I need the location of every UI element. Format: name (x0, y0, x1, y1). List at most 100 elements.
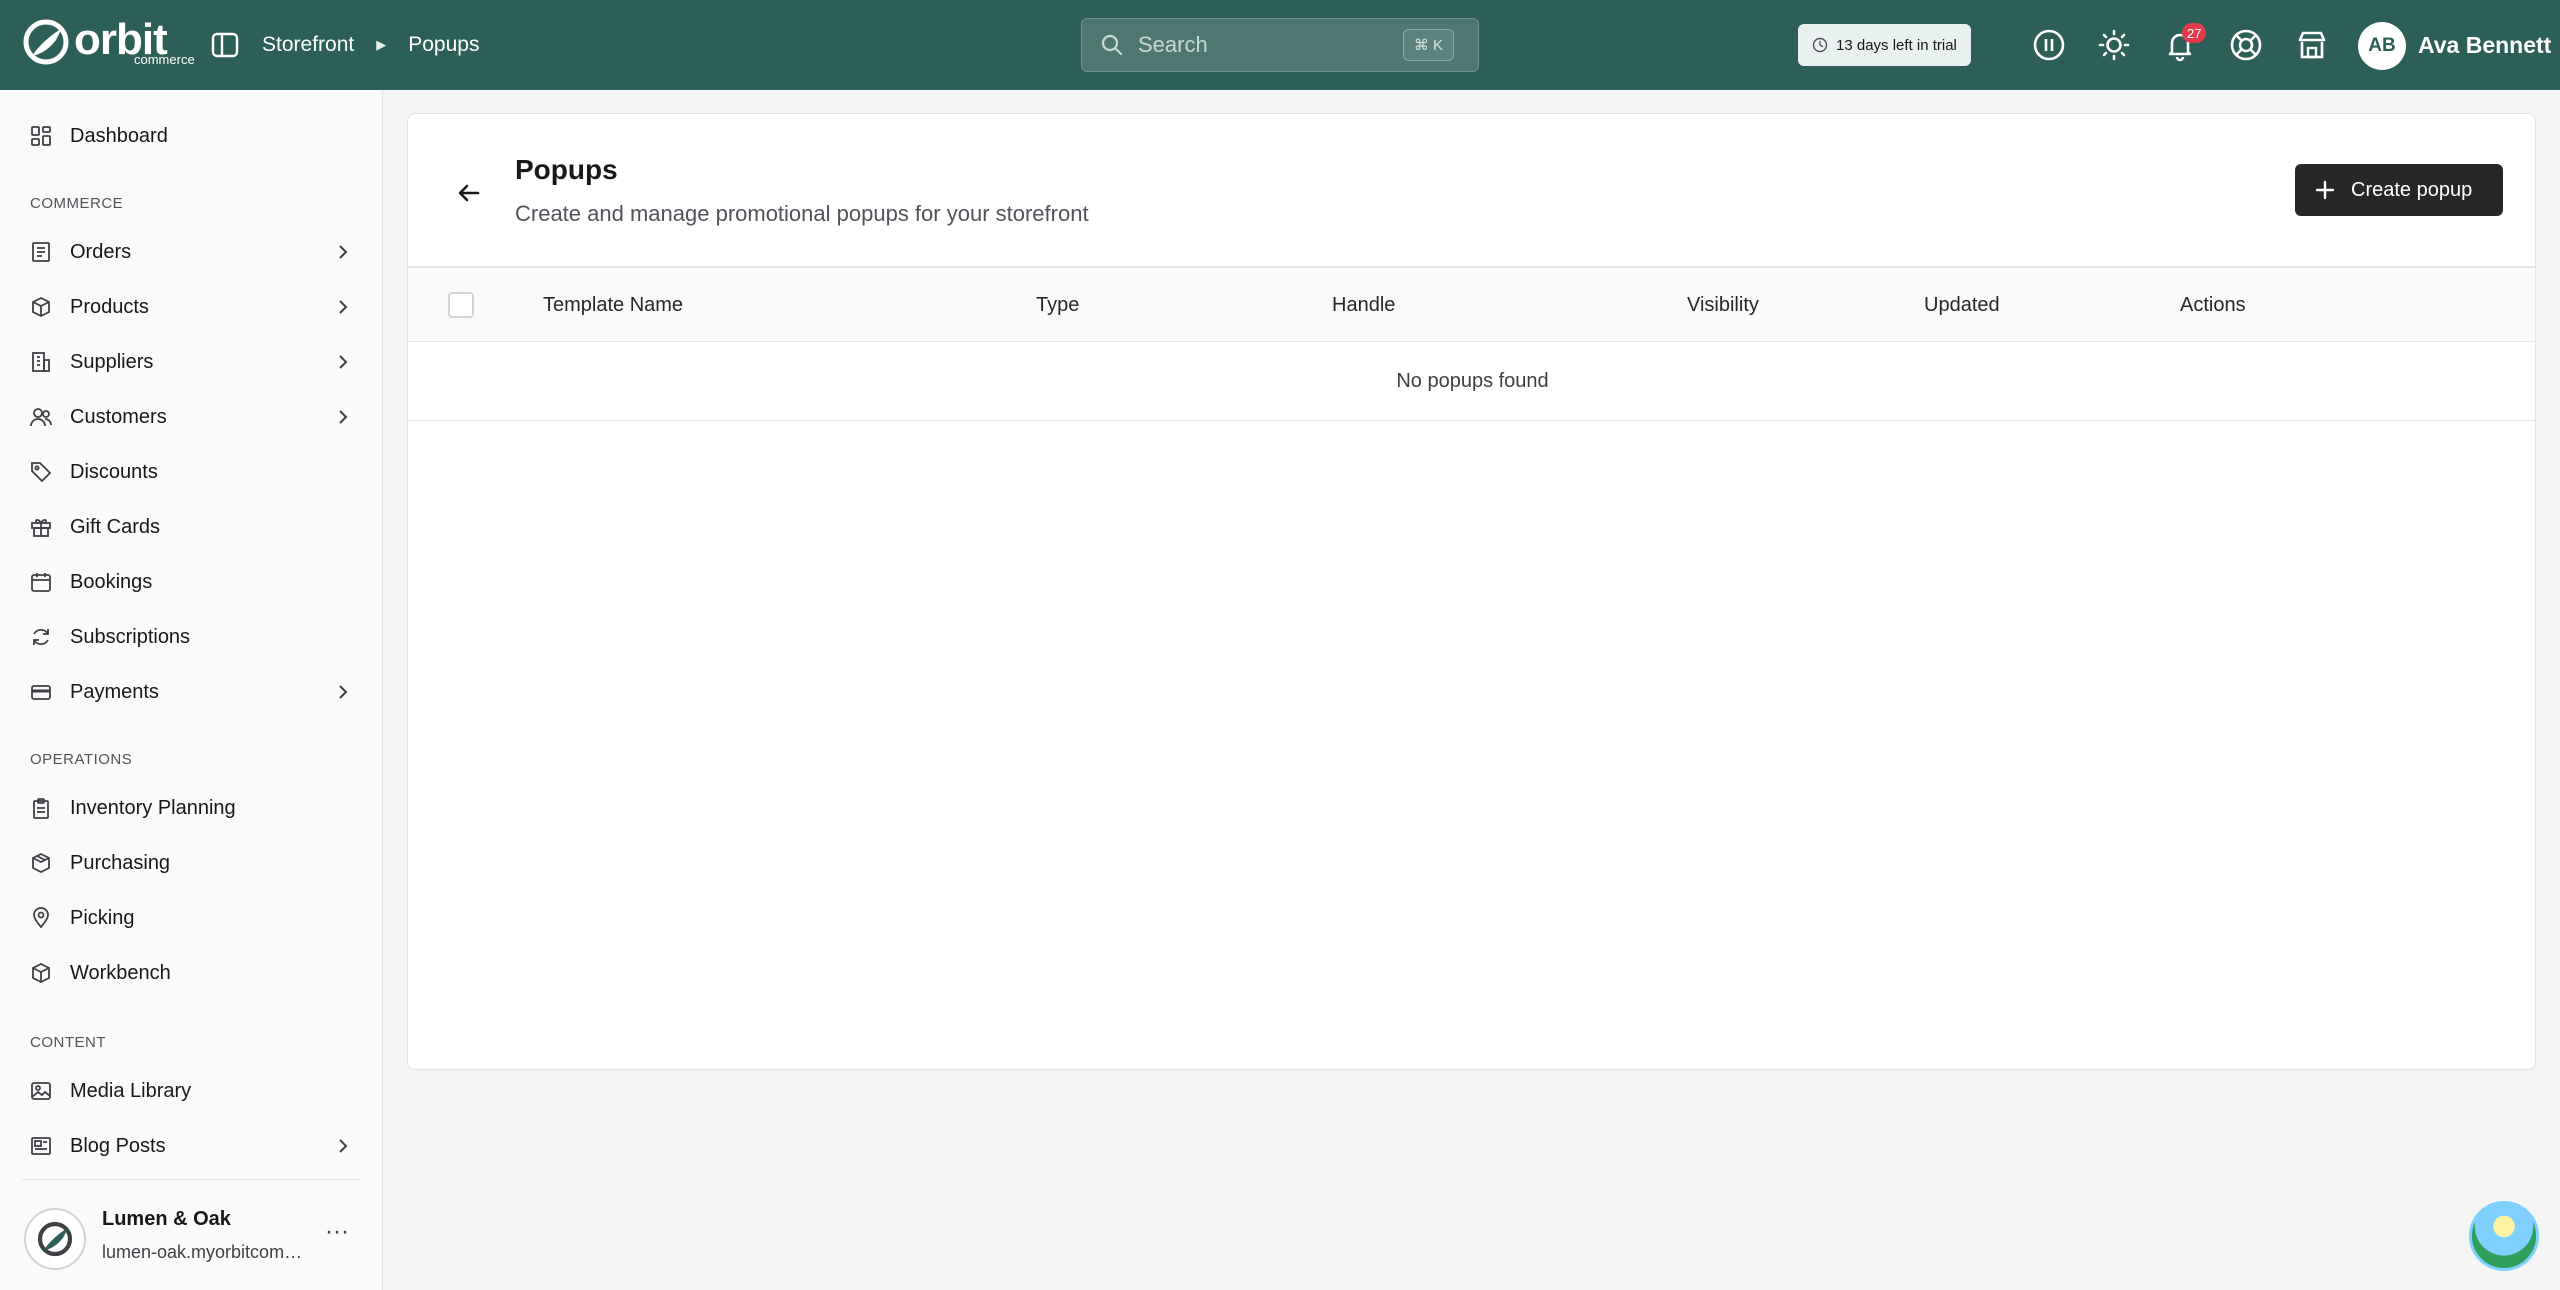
column-type[interactable]: Type (1036, 268, 1079, 342)
more-options-icon[interactable]: ··· (322, 1220, 352, 1250)
chevron-right-icon (339, 355, 348, 369)
empty-state: No popups found (408, 342, 2535, 421)
trial-badge[interactable]: 13 days left in trial (1798, 24, 1971, 66)
box-icon (28, 294, 54, 320)
chevron-right-icon (339, 245, 348, 259)
sidebar-item-label: Orders (70, 240, 132, 263)
clock-icon (1812, 37, 1828, 53)
users-icon (28, 404, 54, 430)
chevron-right-icon (339, 300, 348, 314)
chevron-right-icon (339, 1139, 348, 1153)
sidebar-item-inventory-planning[interactable]: Inventory Planning (0, 782, 383, 834)
sidebar-item-gift-cards[interactable]: Gift Cards (0, 501, 383, 553)
column-actions: Actions (2180, 293, 2246, 316)
create-popup-label: Create popup (2351, 178, 2473, 201)
search-placeholder: Search (1138, 32, 1208, 57)
breadcrumb-storefront[interactable]: Storefront (262, 33, 354, 57)
package-icon (28, 850, 54, 876)
sidebar-item-customers[interactable]: Customers (0, 391, 383, 443)
page-title: Popups (515, 154, 618, 185)
store-logo-icon (24, 1208, 86, 1270)
sidebar-item-label: Purchasing (70, 851, 171, 874)
sidebar: Dashboard COMMERCE Orders Products Suppl… (0, 90, 383, 1290)
breadcrumb: Storefront ▶ Popups (262, 0, 479, 90)
sidebar-item-dashboard[interactable]: Dashboard (0, 110, 383, 162)
plus-icon (2315, 180, 2335, 200)
page-subtitle: Create and manage promotional popups for… (515, 201, 1089, 226)
breadcrumb-separator-icon: ▶ (376, 37, 387, 52)
back-arrow-icon[interactable] (452, 176, 486, 210)
trial-text: 13 days left in trial (1836, 36, 1957, 54)
user-name[interactable]: Ava Bennett (2418, 0, 2551, 90)
sidebar-item-label: Picking (70, 906, 135, 929)
store-icon[interactable] (2292, 25, 2332, 65)
notification-badge: 27 (2182, 23, 2207, 43)
table-header: Template Name Type Handle Visibility Upd… (408, 266, 2535, 342)
gift-icon (28, 514, 54, 540)
orbit-logo-icon (23, 19, 69, 65)
chevron-right-icon (339, 685, 348, 699)
assistant-launcher-icon[interactable] (2469, 1201, 2539, 1271)
feedback-icon[interactable] (2029, 25, 2069, 65)
column-visibility[interactable]: Visibility (1687, 268, 1759, 342)
sidebar-item-label: Discounts (70, 460, 158, 483)
sidebar-item-label: Bookings (70, 570, 153, 593)
sidebar-item-label: Dashboard (70, 124, 168, 147)
map-pin-icon (28, 905, 54, 931)
section-content: CONTENT (30, 1034, 106, 1051)
dashboard-icon (28, 123, 54, 149)
column-template-name[interactable]: Template Name (543, 268, 683, 342)
sidebar-item-label: Blog Posts (70, 1134, 166, 1157)
sidebar-item-purchasing[interactable]: Purchasing (0, 837, 383, 889)
sidebar-item-label: Payments (70, 680, 159, 703)
sidebar-item-media-library[interactable]: Media Library (0, 1065, 383, 1117)
sidebar-item-label: Inventory Planning (70, 796, 236, 819)
theme-sun-icon[interactable] (2094, 25, 2134, 65)
column-updated[interactable]: Updated (1924, 268, 2000, 342)
sidebar-item-bookings[interactable]: Bookings (0, 556, 383, 608)
sidebar-item-label: Customers (70, 405, 167, 428)
sidebar-item-workbench[interactable]: Workbench (0, 947, 383, 999)
column-handle[interactable]: Handle (1332, 268, 1395, 342)
sidebar-item-suppliers[interactable]: Suppliers (0, 336, 383, 388)
section-commerce: COMMERCE (30, 195, 124, 212)
help-lifebuoy-icon[interactable] (2226, 25, 2266, 65)
popups-panel: Popups Create and manage promotional pop… (407, 113, 2536, 1070)
sidebar-item-picking[interactable]: Picking (0, 892, 383, 944)
sidebar-item-label: Subscriptions (70, 625, 191, 648)
notifications-bell-icon[interactable]: 27 (2160, 23, 2207, 65)
sidebar-item-label: Suppliers (70, 350, 154, 373)
refresh-icon (28, 624, 54, 650)
store-name: Lumen & Oak (102, 1208, 231, 1230)
breadcrumb-popups: Popups (408, 33, 480, 56)
search-input[interactable]: Search ⌘ K (1081, 18, 1479, 72)
tag-icon (28, 459, 54, 485)
orbit-logo[interactable]: orbit commerce (22, 18, 195, 70)
sidebar-item-discounts[interactable]: Discounts (0, 446, 383, 498)
top-bar: orbit commerce Storefront ▶ Popups Searc… (0, 0, 2560, 90)
store-url: lumen-oak.myorbitcommerce.com (102, 1242, 312, 1262)
chevron-right-icon (339, 410, 348, 424)
sidebar-item-orders[interactable]: Orders (0, 226, 383, 278)
sidebar-item-payments[interactable]: Payments (0, 666, 383, 718)
sidebar-item-label: Gift Cards (70, 515, 161, 538)
store-switcher[interactable]: Lumen & Oak lumen-oak.myorbitcommerce.co… (22, 1179, 360, 1289)
cube-icon (28, 960, 54, 986)
search-icon (1101, 34, 1123, 56)
credit-card-icon (28, 679, 54, 705)
sidebar-item-label: Media Library (70, 1079, 192, 1102)
sidebar-toggle-icon[interactable] (210, 30, 240, 60)
clipboard-icon (28, 795, 54, 821)
search-shortcut: ⌘ K (1402, 29, 1454, 61)
select-all-checkbox[interactable] (448, 292, 474, 318)
create-popup-button[interactable]: Create popup (2295, 164, 2503, 216)
sidebar-item-label: Workbench (70, 961, 171, 984)
image-icon (28, 1078, 54, 1104)
sidebar-item-products[interactable]: Products (0, 281, 383, 333)
sidebar-item-subscriptions[interactable]: Subscriptions (0, 611, 383, 663)
building-icon (28, 349, 54, 375)
section-operations: OPERATIONS (30, 751, 133, 768)
sidebar-item-blog-posts[interactable]: Blog Posts (0, 1120, 383, 1172)
user-avatar[interactable]: AB (2358, 22, 2406, 70)
newspaper-icon (28, 1133, 54, 1159)
